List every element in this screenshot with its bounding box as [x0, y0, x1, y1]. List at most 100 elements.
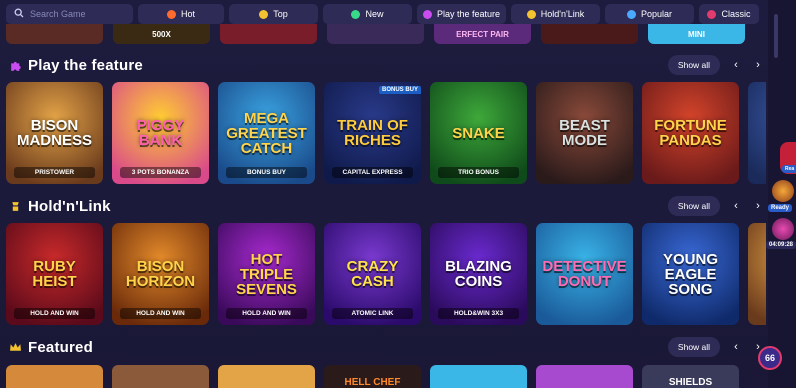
- filter-chip-label: Hold'n'Link: [540, 9, 585, 19]
- game-subtitle: HOLD&WIN 3X3: [438, 308, 519, 319]
- game-subtitle: TRIO BONUS: [438, 167, 519, 178]
- section-title: Hold'n'Link: [28, 197, 111, 215]
- game-thumbnail[interactable]: 500X: [113, 24, 210, 44]
- show-all-button[interactable]: Show all: [668, 196, 720, 216]
- chevron-left-icon[interactable]: ‹: [730, 200, 742, 212]
- chat-count: 66: [764, 353, 775, 363]
- game-title: Train of Riches: [337, 117, 408, 149]
- section-header-featured: Featured Show all ‹ ›: [8, 337, 764, 357]
- crown-icon: [8, 340, 22, 354]
- filter-chip-label: Hot: [180, 9, 195, 19]
- puzzle-icon: [8, 58, 22, 72]
- game-subtitle: CAPITAL EXPRESS: [332, 167, 413, 178]
- show-all-button[interactable]: Show all: [668, 337, 720, 357]
- game-title: Fortune Pandas: [654, 117, 727, 149]
- game-thumbnail[interactable]: [541, 24, 638, 44]
- puzzle-icon: [422, 9, 432, 19]
- promo-widget-3[interactable]: [772, 218, 794, 240]
- game-title: Blazing Coins: [445, 258, 512, 290]
- game-row-hold-n-link: Ruby Heist HOLD AND WIN Bison Horizon HOLD …: [6, 223, 766, 325]
- game-title: Ruby Heist: [32, 258, 77, 290]
- filter-chip-new[interactable]: New: [323, 4, 412, 24]
- game-thumbnail[interactable]: [430, 365, 527, 388]
- flame-icon: [166, 9, 176, 19]
- game-title: Piggy Bank: [136, 117, 185, 149]
- section-header-play-the-feature: Play the feature Show all ‹ ›: [8, 55, 764, 75]
- filter-chip-label: Play the feature: [436, 9, 501, 19]
- game-title: Bison Madness: [16, 117, 92, 149]
- game-title: Detective Donut: [542, 258, 627, 290]
- section-controls: Show all ‹ ›: [668, 337, 764, 357]
- rocket-icon: [626, 9, 636, 19]
- filter-chip-label: New: [365, 9, 384, 19]
- game-tile[interactable]: Ruby Heist HOLD AND WIN: [6, 223, 103, 325]
- game-thumbnail[interactable]: SHIELDS: [642, 365, 739, 388]
- chevron-left-icon[interactable]: ‹: [730, 341, 742, 353]
- filter-chip-label: Classic: [721, 9, 751, 19]
- new-tag-icon: [351, 9, 361, 19]
- cherry-icon: [707, 9, 717, 19]
- game-tile[interactable]: Snake TRIO BONUS: [430, 82, 527, 184]
- filter-chip-hot[interactable]: Hot: [138, 4, 224, 24]
- section-title: Featured: [28, 338, 93, 356]
- game-tile[interactable]: Blazing Coins HOLD&WIN 3X3: [430, 223, 527, 325]
- link-icon: [526, 9, 536, 19]
- game-thumbnail[interactable]: ERFECT PAIR: [434, 24, 531, 44]
- section-controls: Show all ‹ ›: [668, 196, 764, 216]
- game-subtitle: PRISTOWER: [14, 167, 95, 178]
- filter-chip-classic[interactable]: Classic: [699, 4, 759, 24]
- game-tile[interactable]: [748, 223, 766, 325]
- promo-timer: 04:09:28: [766, 241, 796, 249]
- game-thumbnail[interactable]: [112, 365, 209, 388]
- crown-coin-icon: [259, 9, 269, 19]
- featured-row-partial: HELL CHEF SHIELDS: [6, 365, 766, 388]
- search-input[interactable]: [30, 9, 125, 19]
- game-tile[interactable]: Hot Triple Sevens HOLD AND WIN: [218, 223, 315, 325]
- game-title: Crazy Cash: [346, 258, 399, 290]
- filter-chip-popular[interactable]: Popular: [605, 4, 694, 24]
- game-subtitle: HOLD AND WIN: [14, 308, 95, 319]
- game-thumbnail[interactable]: MINI: [648, 24, 745, 44]
- bonus-buy-badge: BONUS BUY: [378, 86, 421, 94]
- scrollbar-thumb[interactable]: [774, 14, 778, 58]
- game-title: Mega Greatest Catch: [226, 109, 307, 157]
- game-thumbnail[interactable]: [536, 365, 633, 388]
- chat-bubble[interactable]: 66: [758, 346, 782, 370]
- game-tile[interactable]: Detective Donut: [536, 223, 633, 325]
- game-tile[interactable]: Bison Horizon HOLD AND WIN: [112, 223, 209, 325]
- game-title: Beast Mode: [559, 117, 610, 149]
- game-thumbnail[interactable]: HELL CHEF: [324, 365, 421, 388]
- game-thumbnail[interactable]: [6, 365, 103, 388]
- game-tile[interactable]: Mega Greatest Catch BONUS BUY: [218, 82, 315, 184]
- game-thumbnail[interactable]: [6, 24, 103, 44]
- filter-chip-play-the-feature[interactable]: Play the feature: [417, 4, 506, 24]
- filter-chip-hold-n-link[interactable]: Hold'n'Link: [511, 4, 600, 24]
- search-box[interactable]: [6, 4, 133, 24]
- chevron-left-icon[interactable]: ‹: [730, 59, 742, 71]
- filter-chip-top[interactable]: Top: [229, 4, 318, 24]
- game-tile[interactable]: Beast Mode: [536, 82, 633, 184]
- game-tile[interactable]: Piggy Bank 3 POTS BONANZA: [112, 82, 209, 184]
- game-tile[interactable]: Young Eagle Song: [642, 223, 739, 325]
- game-title: Young Eagle Song: [662, 250, 718, 298]
- link-icon: [8, 199, 22, 213]
- game-tile[interactable]: [748, 82, 766, 184]
- chevron-right-icon[interactable]: ›: [752, 59, 764, 71]
- promo-widget-2[interactable]: [772, 180, 794, 202]
- section-header-hold-n-link: Hold'n'Link Show all ‹ ›: [8, 196, 764, 216]
- game-subtitle: HOLD AND WIN: [120, 308, 201, 319]
- filter-chip-label: Top: [273, 9, 288, 19]
- game-thumbnail[interactable]: [218, 365, 315, 388]
- game-tile[interactable]: Crazy Cash ATOMIC LINK: [324, 223, 421, 325]
- chevron-right-icon[interactable]: ›: [752, 200, 764, 212]
- game-subtitle: HOLD AND WIN: [226, 308, 307, 319]
- game-thumbnail[interactable]: [327, 24, 424, 44]
- game-thumbnail[interactable]: [220, 24, 317, 44]
- game-tile[interactable]: BONUS BUY Train of Riches CAPITAL EXPRESS: [324, 82, 421, 184]
- game-title: Bison Horizon: [125, 258, 196, 290]
- show-all-button[interactable]: Show all: [668, 55, 720, 75]
- game-tile[interactable]: Fortune Pandas: [642, 82, 739, 184]
- search-icon: [14, 5, 24, 23]
- game-tile[interactable]: Bison Madness PRISTOWER: [6, 82, 103, 184]
- game-subtitle: 3 POTS BONANZA: [120, 167, 201, 178]
